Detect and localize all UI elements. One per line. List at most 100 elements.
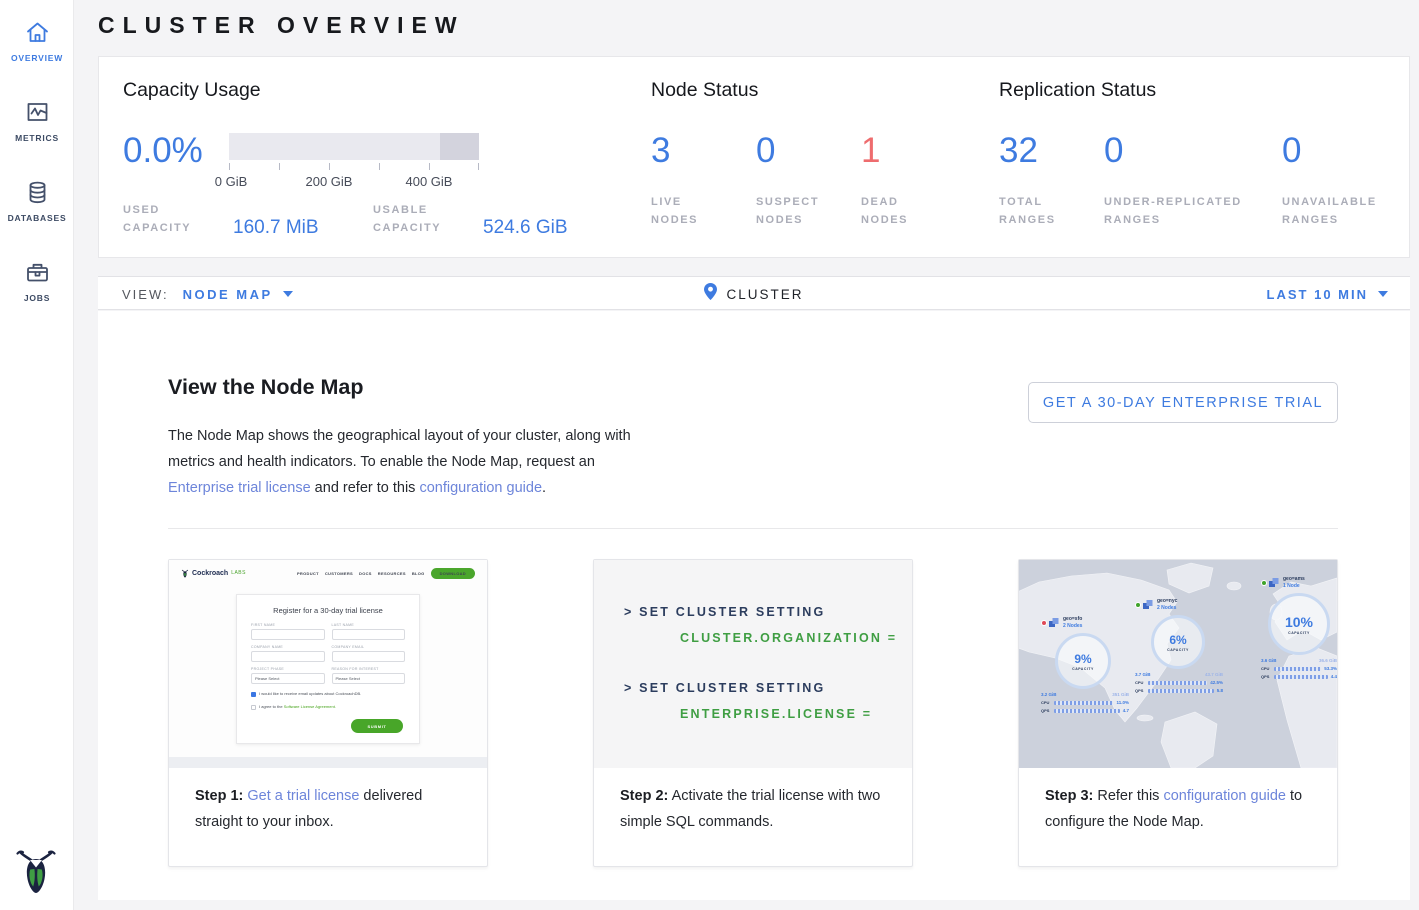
cpu-value: 53.3%: [1324, 666, 1337, 671]
sidebar-item-databases[interactable]: DATABASES: [0, 160, 74, 240]
replication-status-section: Replication Status 32 TOTAL RANGES 0 UND…: [999, 57, 1411, 257]
node-cube-icon: [1269, 578, 1279, 588]
mini-download-button: DOWNLOAD: [431, 568, 475, 579]
qps-value: 5.8: [1217, 688, 1223, 693]
mini-footer-strip: [169, 757, 487, 768]
sql-prompt-line: > SET CLUSTER SETTING: [624, 605, 912, 619]
node-locality: geo=sfo: [1063, 616, 1082, 622]
node-total-capacity: 43.7 GiB: [1205, 672, 1223, 677]
used-capacity-label: USED CAPACITY: [123, 201, 209, 237]
mini-field-label: REASON FOR INTEREST: [332, 667, 406, 671]
cluster-summary-card: Capacity Usage 0.0% 0 GiB 200 GiB 400 Gi…: [98, 56, 1410, 258]
used-capacity: USED CAPACITY 160.7 MiB: [123, 201, 319, 237]
node-capacity-percent: 10%: [1285, 614, 1313, 630]
mini-brand-text: Cockroach: [192, 570, 228, 577]
cpu-value: 11.0%: [1116, 700, 1129, 705]
usable-capacity-value: 524.6 GiB: [483, 217, 568, 239]
node-used-capacity: 3.2 GiB: [1041, 692, 1057, 697]
dead-nodes-stat: 1 DEAD NODES: [861, 131, 966, 229]
usable-capacity-label: USABLE CAPACITY: [373, 201, 459, 237]
node-capacity-label: CAPACITY: [1167, 648, 1189, 652]
mini-input: [332, 629, 406, 640]
node-count: 2 Nodes: [1063, 623, 1082, 629]
step3-label: Step 3:: [1045, 788, 1093, 804]
mini-checkbox-label: I would like to receive email updates ab…: [259, 691, 361, 697]
mini-checkbox-checked: [251, 692, 256, 697]
node-used-capacity: 3.7 GiB: [1135, 672, 1151, 677]
map-node-ams: geo=ams 1 Node 10% CAPACITY 3.6 GiB 36.6…: [1261, 576, 1337, 679]
node-status-live-icon: [1135, 602, 1141, 608]
map-node-sfo: geo=sfo 2 Nodes 9% CAPACITY 3.2 GiB 351 …: [1041, 616, 1129, 713]
qps-value: 4.7: [1123, 708, 1129, 713]
step2-code-block: > SET CLUSTER SETTING CLUSTER.ORGANIZATI…: [594, 560, 912, 768]
mini-field-label: COMPANY NAME: [251, 645, 325, 649]
mini-checkbox-label: I agree to the Software License Agreemen…: [259, 704, 336, 710]
total-ranges-label: TOTAL RANGES: [999, 193, 1079, 229]
qps-bar: [1274, 675, 1328, 679]
mini-form-title: Register for a 30-day trial license: [251, 606, 405, 615]
enterprise-trial-button[interactable]: GET A 30-DAY ENTERPRISE TRIAL: [1028, 382, 1338, 423]
suspect-nodes-value: 0: [756, 131, 861, 171]
node-total-capacity: 36.6 GiB: [1319, 658, 1337, 663]
sidebar-item-jobs[interactable]: JOBS: [0, 240, 74, 320]
sidebar-item-overview[interactable]: OVERVIEW: [0, 0, 74, 80]
jobs-icon: [23, 258, 51, 286]
total-ranges-stat: 32 TOTAL RANGES: [999, 131, 1104, 229]
enterprise-trial-license-link[interactable]: Enterprise trial license: [168, 480, 311, 496]
total-ranges-value: 32: [999, 131, 1104, 171]
time-range-dropdown[interactable]: LAST 10 MIN: [1267, 277, 1388, 311]
breadcrumb-cluster: CLUSTER: [726, 287, 803, 302]
mini-submit-button: SUBMIT: [351, 719, 403, 733]
configuration-guide-link[interactable]: configuration guide: [1163, 788, 1286, 804]
step1-card: Cockroach LABS PRODUCT CUSTOMERS DOCS RE…: [168, 559, 488, 867]
node-count: 1 Node: [1283, 583, 1305, 589]
map-node-nyc: geo=nyc 2 Nodes 6% CAPACITY 3.7 GiB 43.7…: [1135, 598, 1223, 693]
page-title: CLUSTER OVERVIEW: [98, 12, 465, 39]
mini-select: Please Select: [332, 673, 406, 684]
mini-cockroach-logo: Cockroach LABS: [181, 568, 246, 579]
node-cube-icon: [1143, 600, 1153, 610]
capacity-usage-section: Capacity Usage 0.0% 0 GiB 200 GiB 400 Gi…: [99, 57, 651, 257]
cpu-bar: [1274, 667, 1321, 671]
mini-nav-item: PRODUCT: [297, 571, 319, 576]
live-nodes-value: 3: [651, 131, 756, 171]
mini-nav-item: BLOG: [412, 571, 425, 576]
mini-select: Please Select: [251, 673, 325, 684]
location-pin-icon: [704, 283, 717, 305]
capacity-gauge-bar: [229, 133, 479, 160]
node-status-live-icon: [1261, 580, 1267, 586]
breadcrumb: CLUSTER: [98, 277, 1410, 311]
capacity-ring: 9% CAPACITY: [1055, 633, 1111, 689]
usable-capacity: USABLE CAPACITY 524.6 GiB: [373, 201, 568, 237]
step2-card: > SET CLUSTER SETTING CLUSTER.ORGANIZATI…: [593, 559, 913, 867]
live-nodes-stat: 3 LIVE NODES: [651, 131, 756, 229]
mini-nav-item: RESOURCES: [378, 571, 406, 576]
mini-license-link: Software License Agreement.: [284, 704, 336, 709]
sidebar-item-metrics[interactable]: METRICS: [0, 80, 74, 160]
node-capacity-percent: 6%: [1169, 633, 1186, 647]
get-trial-license-link[interactable]: Get a trial license: [247, 788, 359, 804]
sql-setting-line: CLUSTER.ORGANIZATION =: [680, 631, 912, 645]
step2-label: Step 2:: [620, 788, 668, 804]
step3-card: geo=sfo 2 Nodes 9% CAPACITY 3.2 GiB 351 …: [1018, 559, 1338, 867]
under-replicated-ranges-stat: 0 UNDER-REPLICATED RANGES: [1104, 131, 1282, 229]
sidebar-item-label: DATABASES: [8, 213, 67, 223]
description-text: .: [542, 480, 546, 496]
node-map-panel: View the Node Map The Node Map shows the…: [98, 311, 1410, 900]
metrics-icon: [23, 98, 51, 126]
capacity-ring: 10% CAPACITY: [1268, 593, 1330, 655]
divider: [168, 528, 1338, 529]
step3-text: Refer this: [1093, 788, 1163, 804]
mini-nav-item: CUSTOMERS: [325, 571, 353, 576]
node-status-section: Node Status 3 LIVE NODES 0 SUSPECT NODES…: [651, 57, 999, 257]
node-cube-icon: [1049, 618, 1059, 628]
mini-input: [332, 651, 406, 662]
databases-icon: [23, 178, 51, 206]
qps-value: 4.4: [1331, 674, 1337, 679]
configuration-guide-link[interactable]: configuration guide: [419, 480, 542, 496]
sidebar-item-label: OVERVIEW: [11, 53, 63, 63]
sql-prompt-line: > SET CLUSTER SETTING: [624, 681, 912, 695]
qps-label: QPS: [1041, 708, 1051, 713]
node-locality: geo=nyc: [1157, 598, 1177, 604]
cpu-label: CPU: [1261, 666, 1271, 671]
